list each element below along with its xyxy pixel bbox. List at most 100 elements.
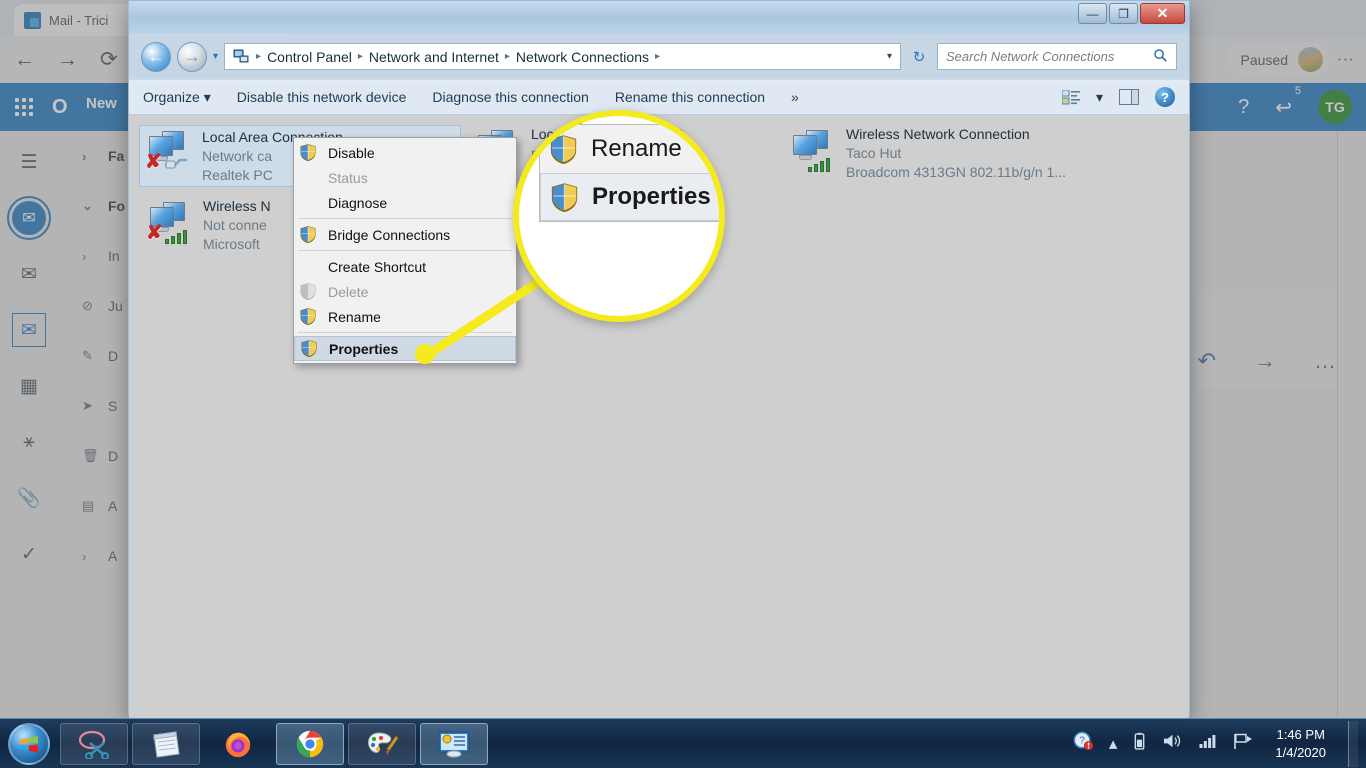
help-icon[interactable]: ? (1155, 87, 1175, 107)
taskbar-control-panel[interactable] (420, 722, 488, 765)
context-menu-item-disable[interactable]: Disable (294, 140, 516, 165)
view-dropdown-caret-icon[interactable]: ▾ (1096, 89, 1103, 106)
windows-logo-icon (8, 722, 50, 765)
connection-text: Wireless Network Connection Taco Hut Bro… (846, 125, 1066, 182)
signal-bars-icon (808, 152, 834, 172)
zoom-menu-label: Properties (592, 183, 711, 210)
organize-label: Organize (143, 88, 200, 105)
context-menu-item-delete: Delete (294, 279, 516, 304)
breadcrumb-network-connections[interactable]: Network Connections (516, 49, 649, 65)
connection-name: Wireless N (203, 198, 271, 214)
uac-shield-icon (300, 226, 316, 244)
search-placeholder: Search Network Connections (946, 49, 1115, 64)
search-input[interactable]: Search Network Connections (937, 43, 1177, 70)
connection-adapter: Broadcom 4313GN 802.11b/g/n 1... (846, 164, 1066, 180)
refresh-button[interactable]: ↻ (907, 48, 931, 66)
context-menu-label: Properties (329, 340, 399, 357)
maximize-button[interactable]: ❐ (1109, 3, 1138, 24)
network-signal-icon[interactable] (1199, 733, 1217, 754)
address-bar[interactable]: ▸ Control Panel ▸ Network and Internet ▸… (224, 43, 901, 70)
window-controls: — ❐ ✕ (1078, 3, 1185, 24)
uac-shield-icon (551, 182, 578, 212)
zoom-menu-item-properties[interactable]: Properties (540, 173, 719, 221)
context-menu-label: Bridge Connections (328, 226, 451, 243)
connection-wireless-taco-hut[interactable]: Wireless Network Connection Taco Hut Bro… (784, 125, 1144, 182)
connection-status: Not conne (203, 217, 267, 233)
start-button[interactable] (2, 721, 56, 767)
show-desktop-button[interactable] (1348, 720, 1358, 767)
window-titlebar[interactable]: — ❐ ✕ (129, 1, 1189, 34)
uac-shield-icon (300, 283, 316, 301)
connection-adapter: Microsoft (203, 236, 260, 252)
search-icon[interactable] (1153, 48, 1168, 66)
disable-network-device-button[interactable]: Disable this network device (237, 89, 407, 105)
battery-icon[interactable] (1133, 732, 1146, 756)
clock-date: 1/4/2020 (1275, 744, 1326, 760)
change-view-icon[interactable] (1061, 89, 1080, 105)
breadcrumb-network-and-internet[interactable]: Network and Internet (369, 49, 499, 65)
action-center-icon[interactable]: ? (1073, 731, 1093, 756)
more-commands-button[interactable]: » (791, 89, 799, 105)
desktop: Mail - Trici × + ← → ⟳ Paused ⋮ Outlo (0, 0, 1366, 768)
chevron-down-icon: ▾ (203, 88, 211, 105)
back-button[interactable]: ← (141, 41, 171, 72)
uac-shield-icon (300, 144, 316, 162)
volume-icon[interactable] (1162, 732, 1183, 755)
context-menu-item-create-shortcut[interactable]: Create Shortcut (294, 254, 516, 279)
taskbar-snipping-tool[interactable] (60, 722, 128, 765)
connection-text: Wireless N Not conne Microsoft (203, 197, 271, 254)
command-bar-right: ▾ ? (1061, 87, 1175, 107)
network-connections-folder-icon (233, 49, 250, 64)
callout-pointer-dot (415, 344, 435, 364)
minimize-button[interactable]: — (1078, 3, 1107, 24)
context-menu-separator (298, 218, 512, 219)
context-menu-item-rename[interactable]: Rename (294, 304, 516, 329)
zoom-context-menu: Rename Properties (539, 124, 719, 222)
wireless-adapter-disconnected-icon: ✘ (146, 200, 193, 246)
recent-pages-dropdown-icon[interactable]: ▾ (213, 51, 218, 62)
forward-button[interactable]: → (177, 41, 207, 72)
address-bar-row: ← → ▾ ▸ Control Panel ▸ Network and Inte… (129, 34, 1189, 79)
connection-status: Taco Hut (846, 145, 902, 161)
context-menu-item-diagnose[interactable]: Diagnose (294, 190, 516, 215)
taskbar-clock[interactable]: 1:46 PM 1/4/2020 (1269, 726, 1332, 762)
taskbar-notepad[interactable] (132, 722, 200, 765)
zoom-callout-content: Delete ned Network Rename (519, 116, 719, 316)
context-menu-separator (298, 250, 512, 251)
breadcrumb-separator: ▸ (357, 51, 363, 62)
breadcrumb-separator: ▸ (256, 51, 262, 62)
signal-bars-icon (165, 224, 191, 244)
context-menu-label: Create Shortcut (328, 258, 427, 275)
cable-plug-icon (163, 156, 189, 171)
organize-menu-button[interactable]: Organize ▾ (143, 89, 211, 106)
context-menu-label: Status (328, 169, 368, 186)
clock-time: 1:46 PM (1276, 726, 1325, 742)
network-connections-window: — ❐ ✕ ← → ▾ ▸ Control Panel ▸ Network an… (128, 0, 1190, 719)
taskbar-chrome[interactable] (276, 722, 344, 765)
taskbar-firefox[interactable] (204, 723, 272, 765)
breadcrumb-separator: ▸ (504, 51, 510, 62)
uac-shield-icon (300, 308, 316, 326)
taskbar-paint[interactable] (348, 722, 416, 765)
context-menu-item-status: Status (294, 165, 516, 190)
system-tray: ? ▴ 1:46 PM 1/4/2020 (1073, 720, 1366, 767)
network-adapter-disconnected-icon: ✘ (145, 129, 192, 175)
zoom-callout: Delete ned Network Rename (513, 110, 725, 322)
connection-context-menu: Disable Status Diagnose Bridge Connectio… (293, 137, 517, 364)
close-button[interactable]: ✕ (1140, 3, 1185, 24)
breadcrumb-control-panel[interactable]: Control Panel (267, 49, 352, 65)
command-bar: Organize ▾ Disable this network device D… (129, 79, 1189, 115)
diagnose-connection-button[interactable]: Diagnose this connection (432, 89, 588, 105)
address-history-caret-icon[interactable]: ▾ (887, 51, 892, 62)
context-menu-label: Delete (328, 283, 369, 300)
preview-pane-icon[interactable] (1119, 89, 1139, 105)
zoom-menu-item-rename[interactable]: Rename (540, 125, 719, 173)
rename-connection-button[interactable]: Rename this connection (615, 89, 765, 105)
context-menu-item-bridge-connections[interactable]: Bridge Connections (294, 222, 516, 247)
zoom-menu-label: Rename (591, 135, 682, 162)
context-menu-item-properties[interactable]: Properties (294, 336, 516, 361)
wireless-adapter-connected-icon (790, 128, 836, 174)
show-hidden-icons-icon[interactable]: ▴ (1109, 734, 1118, 754)
action-center-flag-icon[interactable] (1233, 733, 1253, 755)
context-menu-separator (298, 332, 512, 333)
